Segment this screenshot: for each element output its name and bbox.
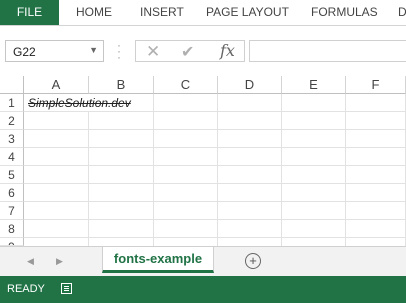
cell-b3[interactable]	[89, 130, 154, 148]
cell-f8[interactable]	[346, 220, 406, 238]
cell-f6[interactable]	[346, 184, 406, 202]
cell-a2[interactable]	[24, 112, 89, 130]
cell-f3[interactable]	[346, 130, 406, 148]
cell-c4[interactable]	[154, 148, 218, 166]
row-header-1[interactable]: 1	[0, 94, 24, 112]
cell-a4[interactable]	[24, 148, 89, 166]
cell-c9[interactable]	[154, 238, 218, 246]
status-text: READY	[7, 283, 45, 295]
cell-e5[interactable]	[282, 166, 346, 184]
cell-e4[interactable]	[282, 148, 346, 166]
cell-e6[interactable]	[282, 184, 346, 202]
macro-record-icon[interactable]	[61, 283, 72, 294]
tab-insert[interactable]: INSERT	[140, 0, 184, 25]
cell-b5[interactable]	[89, 166, 154, 184]
cell-f9[interactable]	[346, 238, 406, 246]
row-header-4[interactable]: 4	[0, 148, 24, 166]
cell-d6[interactable]	[218, 184, 282, 202]
cell-a5[interactable]	[24, 166, 89, 184]
cancel-icon[interactable]: ✕	[146, 42, 160, 62]
tab-file[interactable]: FILE	[0, 0, 59, 25]
cell-e7[interactable]	[282, 202, 346, 220]
cell-a1[interactable]: SimpleSolution.dev	[24, 94, 131, 112]
cell-a7[interactable]	[24, 202, 89, 220]
cell-d4[interactable]	[218, 148, 282, 166]
cell-d5[interactable]	[218, 166, 282, 184]
cell-a6[interactable]	[24, 184, 89, 202]
select-all-corner[interactable]	[0, 76, 24, 94]
col-header-c[interactable]: C	[154, 76, 218, 94]
cell-d1[interactable]	[218, 94, 282, 112]
check-icon[interactable]: ✔	[181, 42, 194, 62]
cell-d7[interactable]	[218, 202, 282, 220]
col-header-d[interactable]: D	[218, 76, 282, 94]
worksheet-grid: A B C D E F 1 2 3 4 5 6 7 8 9 SimpleSolu…	[0, 76, 406, 246]
insert-function-icon[interactable]: fx	[220, 41, 235, 60]
cell-e2[interactable]	[282, 112, 346, 130]
cell-b6[interactable]	[89, 184, 154, 202]
cell-e8[interactable]	[282, 220, 346, 238]
col-header-e[interactable]: E	[282, 76, 346, 94]
formula-bar: G22 ▼ · · · ✕ ✔ fx	[0, 26, 406, 76]
row-header-7[interactable]: 7	[0, 202, 24, 220]
cell-d9[interactable]	[218, 238, 282, 246]
cell-b4[interactable]	[89, 148, 154, 166]
cell-c7[interactable]	[154, 202, 218, 220]
tab-home[interactable]: HOME	[76, 0, 112, 25]
cell-b8[interactable]	[89, 220, 154, 238]
cell-f2[interactable]	[346, 112, 406, 130]
cell-b7[interactable]	[89, 202, 154, 220]
cell-a9[interactable]	[24, 238, 89, 246]
cell-f4[interactable]	[346, 148, 406, 166]
cell-a3[interactable]	[24, 130, 89, 148]
cell-c5[interactable]	[154, 166, 218, 184]
col-header-b[interactable]: B	[89, 76, 154, 94]
tab-page-layout[interactable]: PAGE LAYOUT	[206, 0, 289, 25]
cell-c2[interactable]	[154, 112, 218, 130]
tab-formulas[interactable]: FORMULAS	[311, 0, 378, 25]
row-header-9[interactable]: 9	[0, 238, 24, 246]
cell-c3[interactable]	[154, 130, 218, 148]
chevron-down-icon[interactable]: ▼	[89, 45, 98, 55]
cell-c8[interactable]	[154, 220, 218, 238]
name-box-value: G22	[13, 45, 36, 59]
cell-a1-text: SimpleSolution.dev	[28, 96, 131, 110]
cell-e1[interactable]	[282, 94, 346, 112]
cell-d3[interactable]	[218, 130, 282, 148]
formula-buttons: ✕ ✔ fx	[135, 40, 245, 62]
row-header-5[interactable]: 5	[0, 166, 24, 184]
tab-data[interactable]: D	[398, 0, 406, 25]
cell-f5[interactable]	[346, 166, 406, 184]
sheet-tab-bar: ◀ ▶ fonts-example +	[0, 246, 406, 277]
cell-d8[interactable]	[218, 220, 282, 238]
sheet-next-icon[interactable]: ▶	[56, 256, 63, 267]
cell-f7[interactable]	[346, 202, 406, 220]
row-header-8[interactable]: 8	[0, 220, 24, 238]
add-sheet-icon[interactable]: +	[245, 253, 261, 269]
col-header-f[interactable]: F	[346, 76, 406, 94]
col-header-a[interactable]: A	[24, 76, 89, 94]
sheet-prev-icon[interactable]: ◀	[27, 256, 34, 267]
row-header-2[interactable]: 2	[0, 112, 24, 130]
cell-a8[interactable]	[24, 220, 89, 238]
cell-e3[interactable]	[282, 130, 346, 148]
cell-c1[interactable]	[154, 94, 218, 112]
name-box[interactable]: G22 ▼	[5, 40, 104, 62]
cell-d2[interactable]	[218, 112, 282, 130]
row-header-6[interactable]: 6	[0, 184, 24, 202]
cell-b9[interactable]	[89, 238, 154, 246]
row-header-3[interactable]: 3	[0, 130, 24, 148]
cell-c6[interactable]	[154, 184, 218, 202]
formula-bar-grip-icon[interactable]: · · ·	[117, 39, 121, 63]
ribbon-tabs: FILE HOME INSERT PAGE LAYOUT FORMULAS D	[0, 0, 406, 26]
cell-b2[interactable]	[89, 112, 154, 130]
cell-f1[interactable]	[346, 94, 406, 112]
sheet-tab-fonts-example[interactable]: fonts-example	[102, 247, 214, 273]
formula-input[interactable]	[249, 40, 406, 62]
cell-e9[interactable]	[282, 238, 346, 246]
status-bar: READY	[0, 276, 406, 303]
